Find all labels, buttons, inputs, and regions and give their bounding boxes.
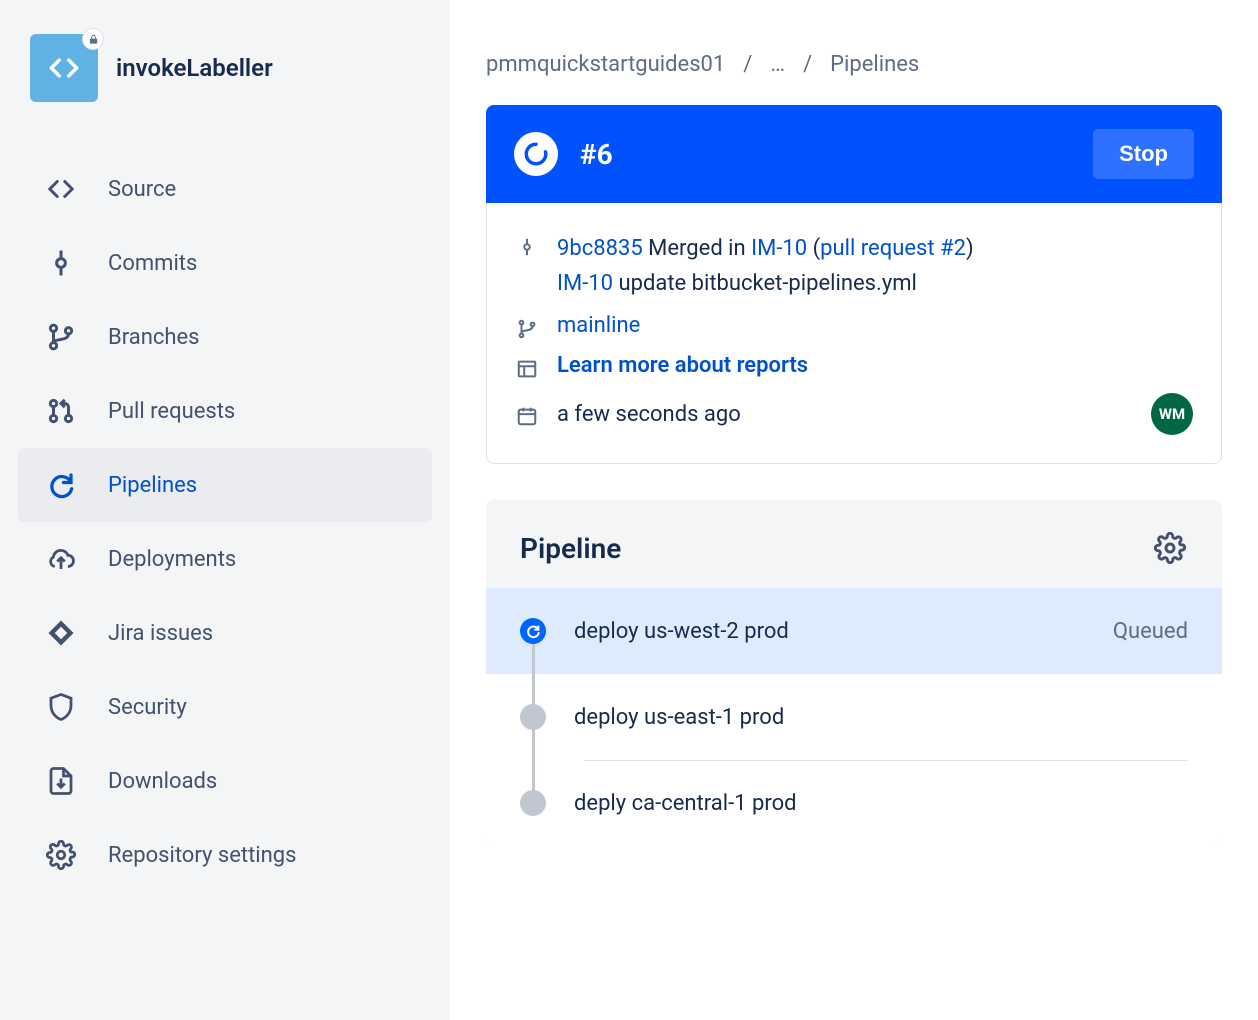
sidebar-item-jira-issues[interactable]: Jira issues	[18, 596, 432, 670]
report-icon	[515, 357, 539, 381]
sidebar-item-label: Downloads	[108, 769, 217, 794]
run-details-card: 9bc8835 Merged in IM-10 (pull request #2…	[486, 203, 1222, 464]
repo-title[interactable]: invokeLabeller	[116, 54, 273, 82]
sidebar-item-label: Source	[108, 177, 176, 202]
jira-icon	[46, 618, 76, 648]
sidebar-item-label: Pull requests	[108, 399, 235, 424]
reports-link[interactable]: Learn more about reports	[557, 353, 808, 378]
pipelines-icon	[46, 470, 76, 500]
pipeline-header: Pipeline	[486, 500, 1222, 588]
sidebar-item-repo-settings[interactable]: Repository settings	[18, 818, 432, 892]
commit-row: 9bc8835 Merged in IM-10 (pull request #2…	[515, 225, 1193, 307]
sidebar-item-label: Deployments	[108, 547, 236, 572]
sidebar-item-security[interactable]: Security	[18, 670, 432, 744]
breadcrumb: pmmquickstartguides01 / … / Pipelines	[486, 52, 1222, 77]
pipeline-step[interactable]: deply ca-central-1 prod	[486, 760, 1222, 846]
sidebar: invokeLabeller Source Commits Branches P…	[0, 0, 450, 1020]
sidebar-item-pull-requests[interactable]: Pull requests	[18, 374, 432, 448]
pipeline-title: Pipeline	[520, 532, 1152, 565]
reports-row: Learn more about reports	[515, 347, 1193, 387]
branch-icon	[46, 322, 76, 352]
paren-close: )	[966, 236, 974, 261]
sidebar-item-label: Security	[108, 695, 187, 720]
sidebar-item-label: Pipelines	[108, 473, 197, 498]
sidebar-item-label: Jira issues	[108, 621, 213, 646]
step-status-pending-icon	[520, 704, 546, 730]
sidebar-item-source[interactable]: Source	[18, 152, 432, 226]
pipeline-step[interactable]: deploy us-east-1 prod	[486, 674, 1222, 760]
branch-icon	[515, 317, 539, 341]
code-icon	[46, 174, 76, 204]
main-content: pmmquickstartguides01 / … / Pipelines #6…	[450, 0, 1258, 1020]
sidebar-item-downloads[interactable]: Downloads	[18, 744, 432, 818]
pipeline-section: Pipeline deploy us-west-2 prod Queued de…	[486, 500, 1222, 846]
jira-issue-link[interactable]: IM-10	[557, 271, 613, 296]
pull-request-link[interactable]: pull request #2	[820, 236, 966, 261]
cloud-upload-icon	[46, 544, 76, 574]
gear-icon	[1154, 532, 1186, 564]
pipeline-settings-button[interactable]	[1152, 530, 1188, 566]
sidebar-item-commits[interactable]: Commits	[18, 226, 432, 300]
commit-icon	[46, 248, 76, 278]
sidebar-item-label: Repository settings	[108, 843, 297, 868]
pipeline-step-list: deploy us-west-2 prod Queued deploy us-e…	[486, 588, 1222, 846]
merged-branch-link[interactable]: IM-10	[751, 236, 807, 261]
breadcrumb-separator: /	[743, 52, 752, 77]
breadcrumb-separator: /	[803, 52, 812, 77]
commit-hash-link[interactable]: 9bc8835	[557, 236, 643, 261]
step-name: deply ca-central-1 prod	[574, 791, 1160, 816]
sidebar-item-pipelines[interactable]: Pipelines	[18, 448, 432, 522]
pipeline-run-header: #6 Stop	[486, 105, 1222, 203]
branch-link[interactable]: mainline	[557, 313, 640, 338]
step-status-queued-icon	[520, 618, 546, 644]
commit-icon	[515, 235, 539, 259]
pull-request-icon	[46, 396, 76, 426]
branch-row: mainline	[515, 307, 1193, 347]
user-avatar[interactable]: WM	[1151, 393, 1193, 435]
sidebar-item-deployments[interactable]: Deployments	[18, 522, 432, 596]
repo-icon	[30, 34, 98, 102]
step-name: deploy us-west-2 prod	[574, 619, 1085, 644]
commit-text: 9bc8835 Merged in IM-10 (pull request #2…	[557, 231, 974, 301]
calendar-icon	[515, 404, 539, 428]
run-status-in-progress-icon	[514, 132, 558, 176]
commit-message: update bitbucket-pipelines.yml	[618, 271, 916, 296]
stop-button[interactable]: Stop	[1093, 129, 1194, 179]
run-time: a few seconds ago	[557, 402, 741, 427]
sidebar-item-label: Branches	[108, 325, 200, 350]
run-number: #6	[580, 138, 1071, 171]
sidebar-item-label: Commits	[108, 251, 197, 276]
breadcrumb-current[interactable]: Pipelines	[830, 52, 919, 77]
pipeline-step[interactable]: deploy us-west-2 prod Queued	[486, 588, 1222, 674]
merged-prefix: Merged in	[648, 236, 746, 261]
sidebar-nav: Source Commits Branches Pull requests Pi…	[18, 152, 432, 892]
step-status-pending-icon	[520, 790, 546, 816]
lock-icon	[82, 28, 104, 50]
breadcrumb-ellipsis[interactable]: …	[770, 52, 785, 77]
breadcrumb-workspace[interactable]: pmmquickstartguides01	[486, 52, 725, 77]
sidebar-item-branches[interactable]: Branches	[18, 300, 432, 374]
shield-icon	[46, 692, 76, 722]
repo-header: invokeLabeller	[18, 28, 432, 128]
step-name: deploy us-east-1 prod	[574, 705, 1160, 730]
download-icon	[46, 766, 76, 796]
step-status-label: Queued	[1113, 619, 1188, 644]
time-row: a few seconds ago WM	[515, 387, 1193, 441]
gear-icon	[46, 840, 76, 870]
